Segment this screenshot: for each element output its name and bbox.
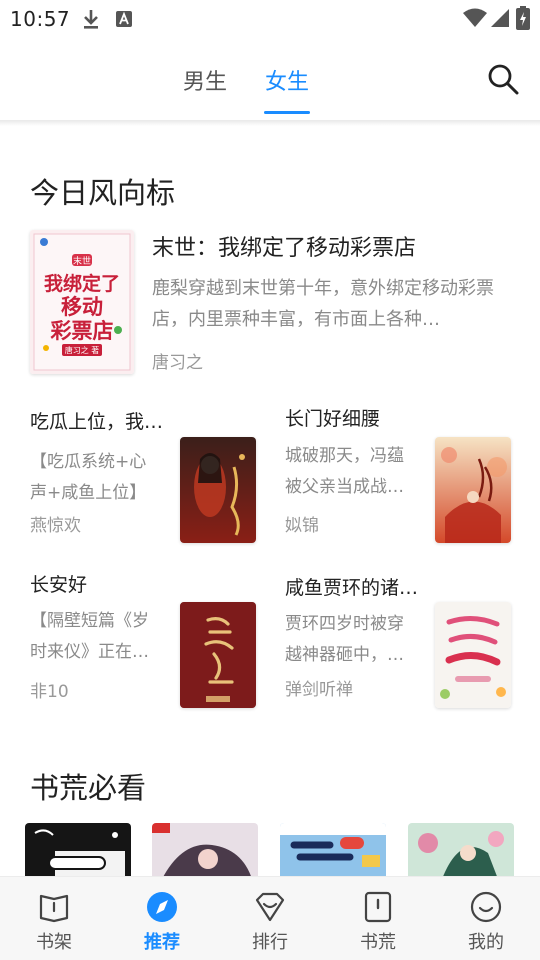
book-author: 非10 — [30, 682, 69, 702]
featured-book-author: 唐习之 — [152, 353, 203, 373]
book-author: 燕惊欢 — [30, 516, 81, 536]
tab-female[interactable]: 女生 — [265, 64, 309, 96]
wifi-icon — [463, 8, 487, 27]
nav-label: 推荐 — [144, 932, 180, 953]
bottom-nav: 书架 推荐 排行 书荒 我的 — [0, 876, 540, 960]
featured-cover-author: 唐习之 著 — [65, 345, 100, 355]
featured-cover-line-2: 移动 — [61, 295, 103, 319]
book-description: 【吃瓜系统+心声+咸鱼上位】 … — [30, 452, 147, 503]
search-icon[interactable] — [486, 62, 520, 96]
book-description: 贾环四岁时被穿越神器砸中，… — [285, 614, 404, 665]
status-time: 10:57 — [10, 7, 71, 31]
nav-item-bookshelf[interactable]: 书架 — [0, 877, 108, 960]
profile-icon — [470, 891, 502, 923]
book-title[interactable]: 长门好细腰 — [285, 404, 380, 431]
signal-icon — [491, 9, 509, 27]
featured-cover-badge: 末世 — [73, 255, 91, 267]
featured-book-cover[interactable]: 末世 我绑定了 移动 彩票店 唐习之 著 — [30, 230, 134, 374]
book-title[interactable]: 长安好 — [30, 570, 87, 597]
status-bar: 10:57 — [0, 0, 540, 40]
keyboard-a-icon — [116, 11, 132, 27]
book-description: 城破那天，冯蕴被父亲当成战… — [285, 446, 404, 497]
book-cover[interactable] — [180, 602, 256, 708]
nav-label: 我的 — [468, 932, 504, 953]
nav-label: 书荒 — [360, 932, 396, 953]
compass-icon — [147, 892, 177, 922]
nav-label: 排行 — [252, 932, 288, 953]
tab-male[interactable]: 男生 — [183, 64, 227, 96]
featured-cover-line-3: 彩票店 — [50, 319, 114, 343]
featured-cover-line-1: 我绑定了 — [44, 272, 120, 295]
bookshelf-icon — [39, 894, 69, 923]
nav-item-recommend[interactable]: 推荐 — [108, 877, 216, 960]
nav-label: 书架 — [36, 932, 72, 953]
book-author: 姒锦 — [285, 516, 319, 536]
book-cover[interactable] — [25, 823, 131, 879]
book-title[interactable]: 吃瓜上位，我… — [30, 407, 163, 434]
header-divider — [0, 120, 540, 126]
book-icon — [364, 891, 392, 923]
book-cover[interactable] — [180, 437, 256, 543]
battery-charging-icon — [516, 6, 530, 30]
section-title-trending: 今日风向标 — [30, 176, 176, 210]
book-cover[interactable] — [280, 823, 386, 879]
nav-item-book-shortage[interactable]: 书荒 — [324, 877, 432, 960]
book-cover[interactable] — [435, 602, 511, 708]
book-description: 【隔壁短篇《岁时来仪》正在… — [30, 611, 149, 662]
book-cover[interactable] — [408, 823, 514, 879]
active-tab-indicator — [264, 111, 310, 114]
featured-book-title[interactable]: 末世：我绑定了移动彩票店 — [152, 230, 416, 262]
book-cover[interactable] — [435, 437, 511, 543]
featured-book-description: 鹿梨穿越到末世第十年，意外绑定移动彩票店，内里票种丰富，有市面上各种… — [152, 278, 494, 330]
section-title-must-read: 书荒必看 — [30, 771, 147, 805]
download-icon — [84, 10, 98, 29]
book-cover[interactable] — [152, 823, 258, 879]
book-author: 弹剑听禅 — [285, 680, 353, 700]
nav-item-ranking[interactable]: 排行 — [216, 877, 324, 960]
nav-item-profile[interactable]: 我的 — [432, 877, 540, 960]
book-title[interactable]: 咸鱼贾环的诸… — [285, 573, 418, 600]
top-tab-bar: 男生 女生 — [0, 40, 540, 120]
ranking-icon — [255, 892, 285, 922]
